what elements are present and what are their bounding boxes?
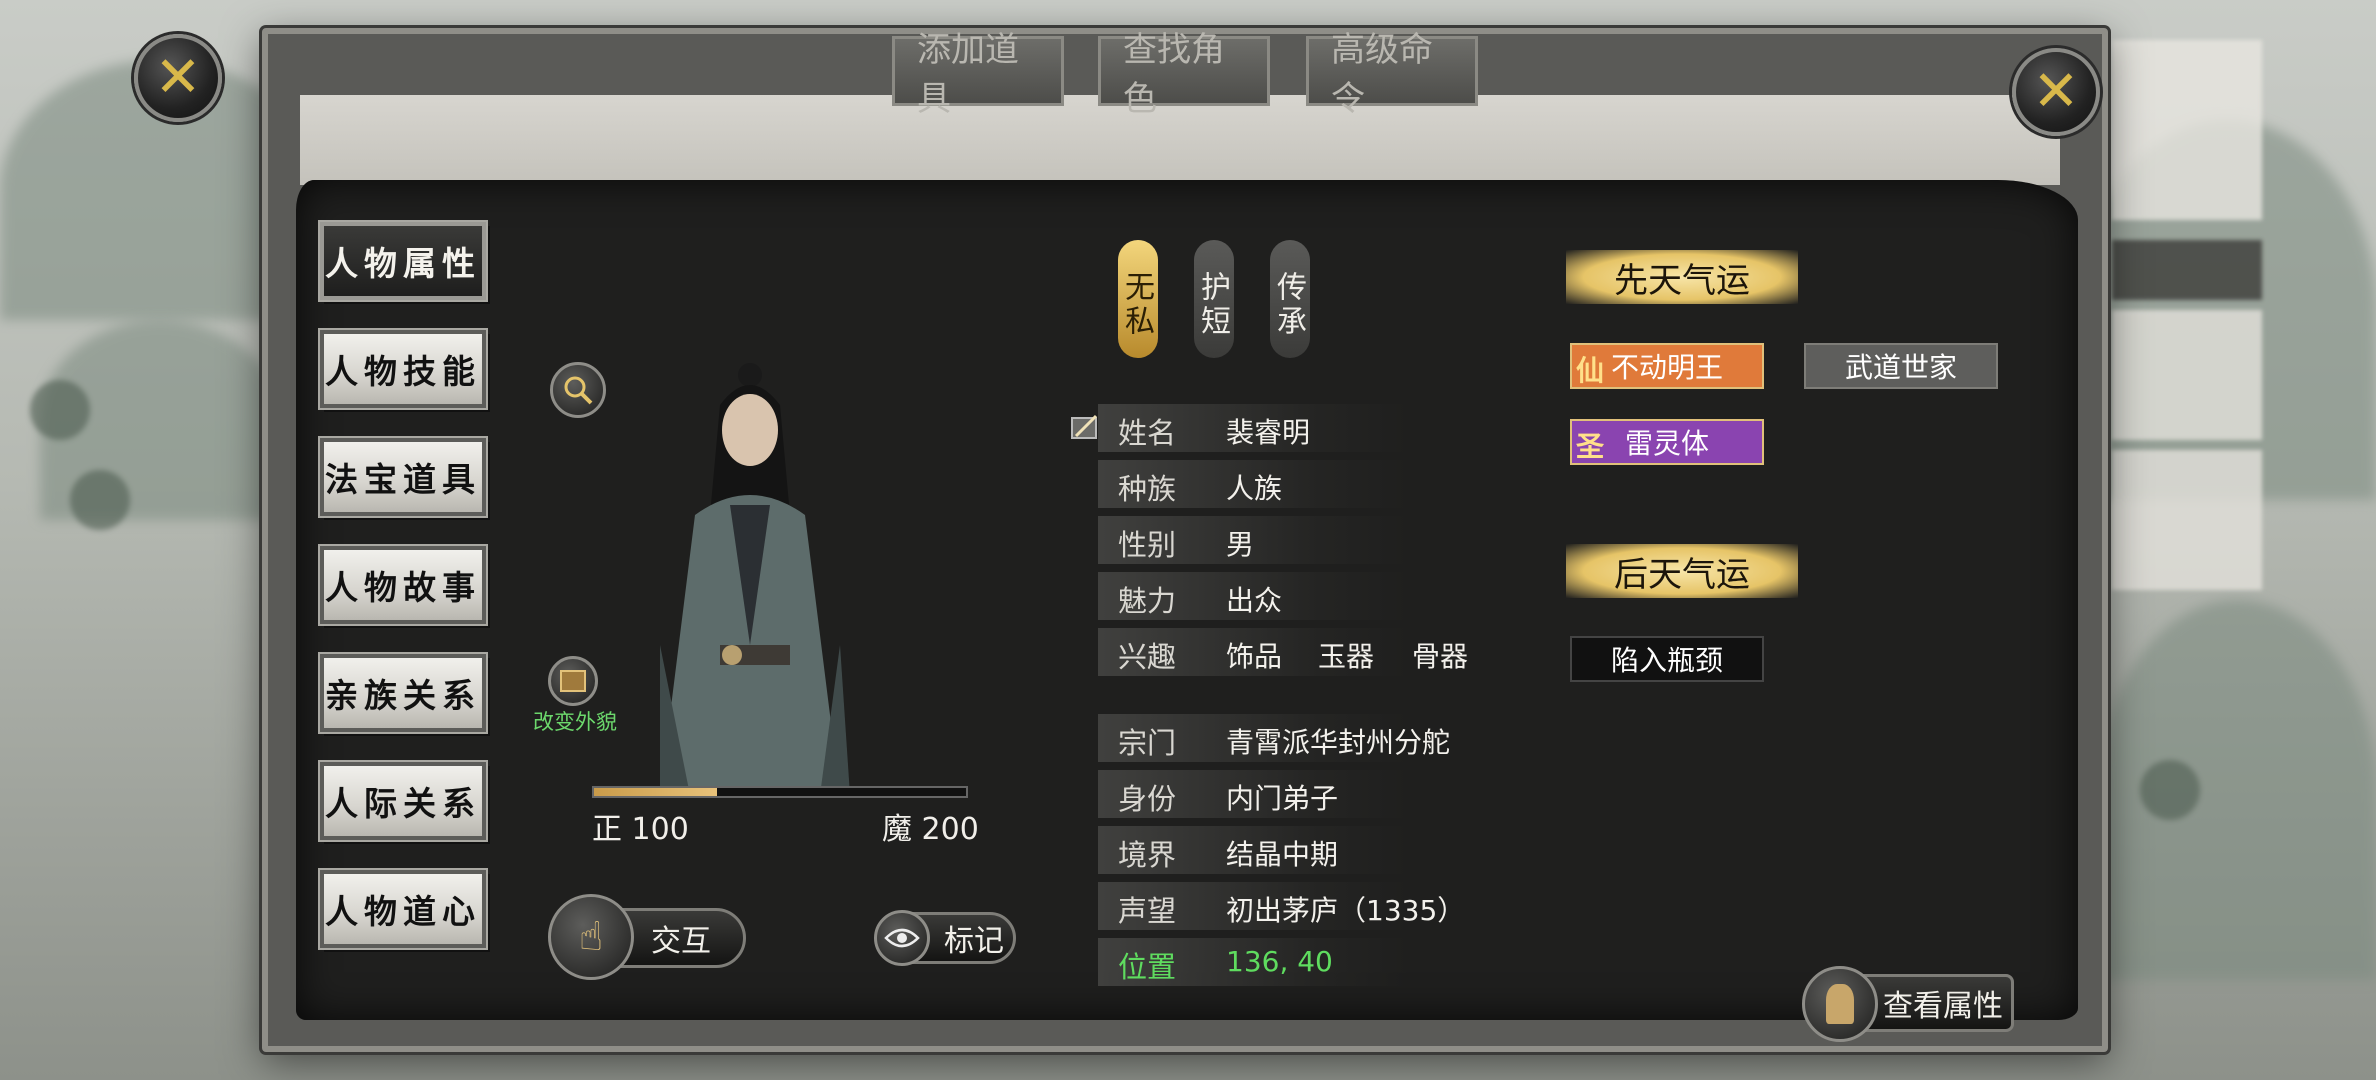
innate-fortune-item[interactable]: 仙 不动明王	[1570, 343, 1764, 389]
tab-advanced-command[interactable]: 高级命令	[1306, 30, 1478, 119]
innate-fortune-item[interactable]: 圣 雷灵体	[1570, 419, 1764, 465]
morality-evil-value: 魔 200	[882, 812, 979, 847]
acquired-fortune-item[interactable]: 陷入瓶颈	[1570, 636, 1764, 682]
change-appearance-label[interactable]: 改变外貌	[533, 706, 617, 736]
edit-icon	[1071, 414, 1098, 439]
menu-character-story[interactable]: 人物故事	[320, 546, 486, 624]
side-hud-panel	[2112, 40, 2262, 220]
chest-icon	[560, 670, 586, 692]
interact-label: 交互	[651, 924, 711, 959]
info-value-reputation: 初出茅庐（1335）	[1226, 894, 1466, 927]
rename-button[interactable]	[1068, 410, 1102, 444]
innate-fortune-item[interactable]: 武道世家	[1804, 343, 1998, 389]
close-icon: ✕	[2032, 59, 2080, 124]
side-hud-panel	[2112, 310, 2262, 440]
menu-character-heart[interactable]: 人物道心	[320, 870, 486, 948]
mark-label: 标记	[944, 924, 1004, 959]
menu-character-attributes[interactable]: 人物属性	[320, 222, 486, 300]
info-value-sect: 青霄派华封州分舵	[1226, 726, 1451, 759]
info-label-sect: 宗门	[1118, 726, 1177, 760]
view-attributes-label: 查看属性	[1883, 989, 2003, 1024]
info-value-name: 裴睿明	[1226, 416, 1311, 449]
side-hud-panel	[2112, 450, 2262, 590]
change-appearance-button[interactable]	[548, 656, 598, 706]
info-value-realm: 结晶中期	[1226, 838, 1339, 871]
zoom-portrait-button[interactable]	[550, 362, 606, 418]
trait-tag[interactable]: 护短	[1194, 240, 1234, 358]
info-value-hobby: 玉器	[1318, 640, 1375, 673]
menu-social-relations[interactable]: 人际关系	[320, 762, 486, 840]
info-value-charm: 出众	[1226, 584, 1283, 617]
info-value-hobby: 饰品	[1226, 640, 1283, 673]
fortune-label: 武道世家	[1844, 351, 1957, 384]
info-value-gender: 男	[1226, 528, 1255, 561]
view-attributes-icon	[1802, 966, 1878, 1042]
character-portrait	[660, 363, 850, 795]
trait-tag[interactable]: 传承	[1270, 240, 1310, 358]
panel-close-button[interactable]: ✕	[2012, 48, 2100, 136]
close-icon: ✕	[154, 45, 202, 110]
tab-find-character[interactable]: 查找角色	[1098, 30, 1270, 119]
character-avatar-icon	[1826, 984, 1854, 1024]
menu-treasures-items[interactable]: 法宝道具	[320, 438, 486, 516]
trait-tag[interactable]: 无私	[1118, 240, 1158, 358]
morality-good-value: 正 100	[592, 812, 689, 847]
magnifier-icon	[564, 376, 593, 405]
side-hud-panel	[2112, 240, 2262, 300]
info-label-name: 姓名	[1118, 416, 1177, 450]
acquired-fortune-title: 后天气运	[1566, 544, 1798, 598]
info-label-charm: 魅力	[1118, 584, 1177, 618]
saint-badge-icon: 圣	[1576, 430, 1605, 463]
morality-bar-fill	[594, 788, 717, 796]
info-value-location[interactable]: 136, 40	[1226, 945, 1333, 978]
eye-icon	[884, 928, 920, 948]
fortune-label: 雷灵体	[1624, 427, 1709, 460]
info-label-location: 位置	[1118, 950, 1177, 984]
tab-add-item[interactable]: 添加道具	[892, 30, 1064, 119]
interact-icon: ☝	[548, 894, 634, 980]
fortune-label: 陷入瓶颈	[1610, 644, 1723, 677]
info-label-hobby: 兴趣	[1118, 640, 1177, 674]
info-label-realm: 境界	[1118, 838, 1177, 872]
info-label-identity: 身份	[1118, 782, 1177, 816]
info-value-hobby: 骨器	[1412, 640, 1469, 673]
menu-character-skills[interactable]: 人物技能	[320, 330, 486, 408]
info-label-reputation: 声望	[1118, 894, 1177, 928]
outer-close-button[interactable]: ✕	[134, 34, 222, 122]
innate-fortune-title: 先天气运	[1566, 250, 1798, 304]
immortal-badge-icon: 仙	[1576, 354, 1605, 387]
hand-pointer-icon: ☝	[578, 914, 604, 960]
menu-family-relations[interactable]: 亲族关系	[320, 654, 486, 732]
info-label-gender: 性别	[1118, 528, 1177, 562]
info-value-identity: 内门弟子	[1226, 782, 1339, 815]
mark-icon	[874, 910, 930, 966]
info-value-race: 人族	[1226, 472, 1283, 505]
fortune-label: 不动明王	[1610, 351, 1723, 384]
morality-bar	[592, 786, 968, 798]
info-label-race: 种族	[1118, 472, 1177, 506]
